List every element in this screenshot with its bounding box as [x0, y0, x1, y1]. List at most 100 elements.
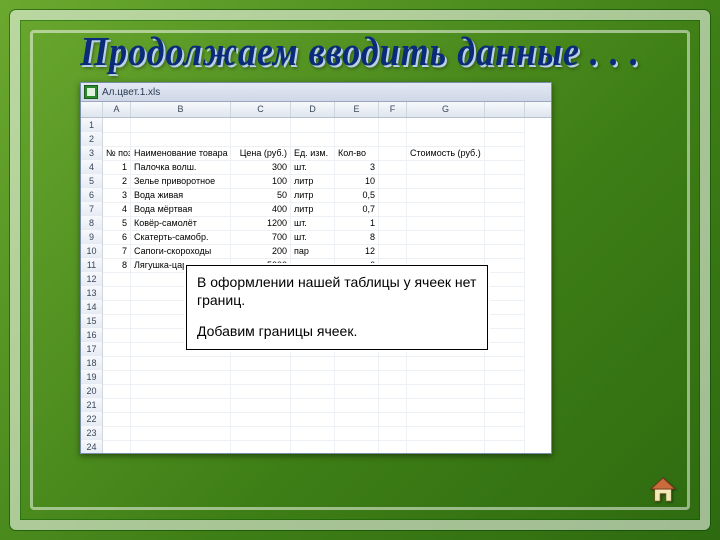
- row-number[interactable]: 11: [81, 258, 103, 273]
- table-row[interactable]: 85Ковёр-самолёт1200шт.1: [81, 216, 551, 230]
- cell[interactable]: 2: [103, 174, 131, 189]
- cell[interactable]: [485, 146, 525, 161]
- cell[interactable]: [379, 356, 407, 371]
- col-B[interactable]: B: [131, 102, 231, 117]
- cell[interactable]: [291, 384, 335, 399]
- cell[interactable]: [131, 132, 231, 147]
- row-number[interactable]: 21: [81, 398, 103, 413]
- cell[interactable]: [407, 188, 485, 203]
- cell[interactable]: [103, 356, 131, 371]
- cell[interactable]: [103, 426, 131, 441]
- cell[interactable]: [379, 370, 407, 385]
- cell[interactable]: литр: [291, 174, 335, 189]
- row-number[interactable]: 3: [81, 146, 103, 161]
- cell[interactable]: [103, 328, 131, 343]
- cell[interactable]: [131, 384, 231, 399]
- cell[interactable]: [335, 426, 379, 441]
- col-D[interactable]: D: [291, 102, 335, 117]
- cell[interactable]: [291, 118, 335, 133]
- cell[interactable]: [485, 440, 525, 454]
- row-number[interactable]: 6: [81, 188, 103, 203]
- cell[interactable]: [103, 286, 131, 301]
- cell[interactable]: Ковёр-самолёт: [131, 216, 231, 231]
- table-row[interactable]: 96Скатерть-самобр.700шт.8: [81, 230, 551, 244]
- cell[interactable]: [485, 244, 525, 259]
- table-row[interactable]: 23: [81, 426, 551, 440]
- cell[interactable]: Скатерть-самобр.: [131, 230, 231, 245]
- cell[interactable]: [335, 412, 379, 427]
- cell[interactable]: [131, 426, 231, 441]
- cell[interactable]: [485, 370, 525, 385]
- cell[interactable]: [379, 146, 407, 161]
- cell[interactable]: [485, 342, 525, 357]
- cell[interactable]: [407, 412, 485, 427]
- row-number[interactable]: 22: [81, 412, 103, 427]
- cell[interactable]: [485, 118, 525, 133]
- cell[interactable]: Зелье приворотное: [131, 174, 231, 189]
- cell[interactable]: [291, 356, 335, 371]
- cell[interactable]: 0,7: [335, 202, 379, 217]
- row-number[interactable]: 18: [81, 356, 103, 371]
- row-number[interactable]: 23: [81, 426, 103, 441]
- cell[interactable]: [407, 230, 485, 245]
- cell[interactable]: [103, 342, 131, 357]
- cell[interactable]: 12: [335, 244, 379, 259]
- cell[interactable]: [103, 370, 131, 385]
- cell[interactable]: 7: [103, 244, 131, 259]
- cell[interactable]: [407, 132, 485, 147]
- cell[interactable]: [103, 118, 131, 133]
- cell[interactable]: [379, 412, 407, 427]
- cell[interactable]: 400: [231, 202, 291, 217]
- cell[interactable]: [379, 188, 407, 203]
- cell[interactable]: [379, 244, 407, 259]
- table-row[interactable]: 52Зелье приворотное100литр10: [81, 174, 551, 188]
- cell[interactable]: [485, 286, 525, 301]
- table-row[interactable]: 19: [81, 370, 551, 384]
- cell[interactable]: [291, 440, 335, 454]
- cell[interactable]: 8: [335, 230, 379, 245]
- row-number[interactable]: 14: [81, 300, 103, 315]
- cell[interactable]: [485, 356, 525, 371]
- cell[interactable]: [407, 160, 485, 175]
- table-row[interactable]: 41Палочка волш.300шт.3: [81, 160, 551, 174]
- col-E[interactable]: E: [335, 102, 379, 117]
- cell[interactable]: [379, 384, 407, 399]
- row-number[interactable]: 19: [81, 370, 103, 385]
- cell[interactable]: [291, 412, 335, 427]
- col-G[interactable]: G: [407, 102, 485, 117]
- row-number[interactable]: 4: [81, 160, 103, 175]
- cell[interactable]: [231, 356, 291, 371]
- cell[interactable]: [485, 314, 525, 329]
- cell[interactable]: [231, 384, 291, 399]
- cell[interactable]: [379, 230, 407, 245]
- cell[interactable]: шт.: [291, 216, 335, 231]
- cell[interactable]: [335, 356, 379, 371]
- cell[interactable]: литр: [291, 188, 335, 203]
- cell[interactable]: [335, 398, 379, 413]
- window-titlebar[interactable]: Ал.цвет.1.xls: [81, 83, 551, 102]
- cell[interactable]: 0,5: [335, 188, 379, 203]
- cell[interactable]: Стоимость (руб.): [407, 146, 485, 161]
- row-number[interactable]: 16: [81, 328, 103, 343]
- cell[interactable]: [407, 370, 485, 385]
- cell[interactable]: [485, 398, 525, 413]
- cell[interactable]: [407, 384, 485, 399]
- table-row[interactable]: 107Сапоги-скороходы200пар12: [81, 244, 551, 258]
- cell[interactable]: [379, 160, 407, 175]
- row-number[interactable]: 7: [81, 202, 103, 217]
- cell[interactable]: [379, 440, 407, 454]
- col-C[interactable]: C: [231, 102, 291, 117]
- cell[interactable]: [407, 118, 485, 133]
- row-number[interactable]: 20: [81, 384, 103, 399]
- cell[interactable]: [485, 412, 525, 427]
- cell[interactable]: 1200: [231, 216, 291, 231]
- row-number[interactable]: 10: [81, 244, 103, 259]
- cell[interactable]: [485, 328, 525, 343]
- cell[interactable]: [335, 440, 379, 454]
- cell[interactable]: [485, 188, 525, 203]
- row-number[interactable]: 13: [81, 286, 103, 301]
- cell[interactable]: [103, 412, 131, 427]
- home-button[interactable]: [648, 476, 678, 504]
- cell[interactable]: [291, 370, 335, 385]
- cell[interactable]: 100: [231, 174, 291, 189]
